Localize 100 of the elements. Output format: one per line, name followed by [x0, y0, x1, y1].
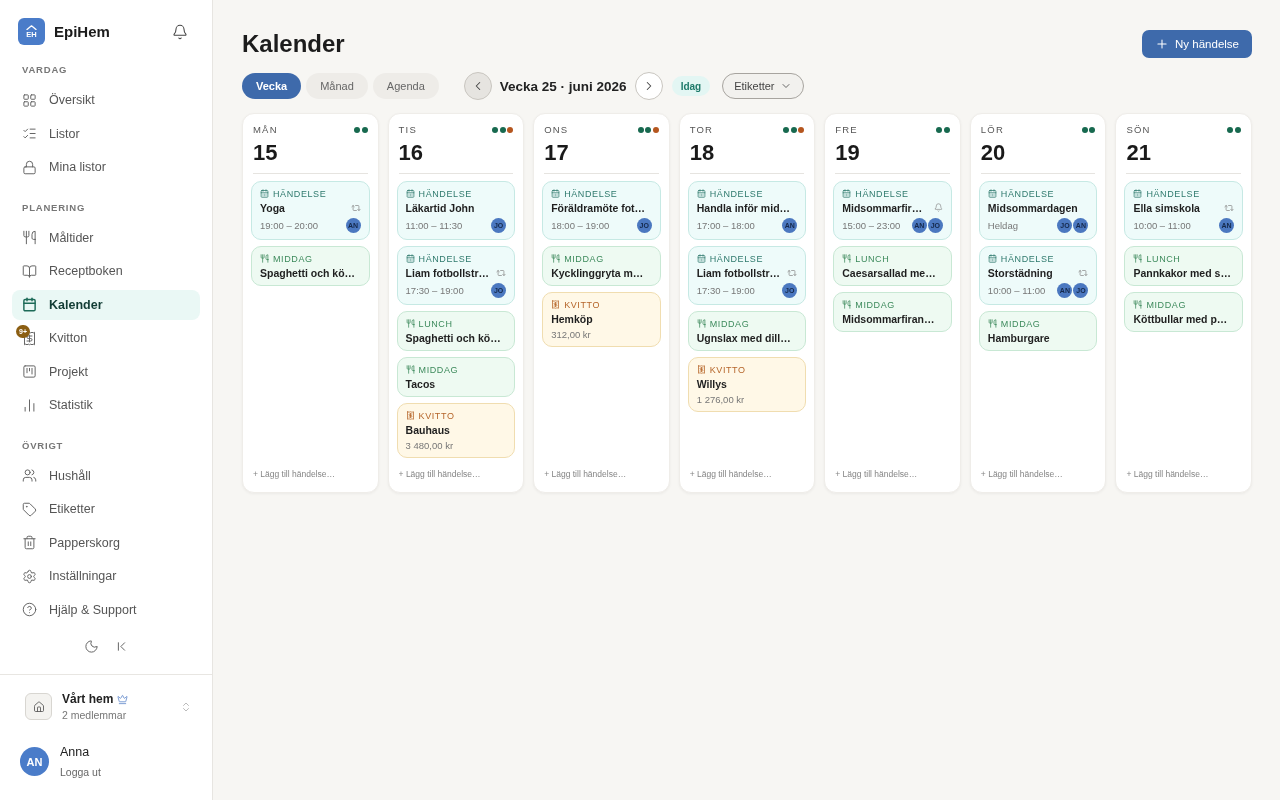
fork-knife-icon [260, 254, 269, 263]
add-event-field[interactable]: + Lägg till händelse… [396, 468, 516, 480]
people-icon [22, 468, 37, 483]
notifications-icon[interactable] [172, 23, 188, 40]
card-title: Bauhaus [405, 423, 450, 436]
chevrons-up-down-icon[interactable] [180, 700, 192, 713]
new-event-button[interactable]: Ny händelse [1142, 30, 1252, 58]
nav-item[interactable]: Kalender [12, 289, 200, 320]
category-label: HÄNDELSE [418, 188, 472, 199]
day-number: 20 [979, 141, 1007, 165]
receipt-card[interactable]: KVITTO Hemköp 312,00 kr [542, 292, 661, 347]
card-title: Kycklinggryta m… [551, 266, 644, 279]
today-button[interactable]: Idag [671, 76, 711, 96]
weekday-label: SÖN [1126, 124, 1151, 136]
fork-knife-icon [551, 254, 561, 263]
day-number: 19 [834, 141, 861, 165]
category-label: LUNCH [1146, 253, 1181, 264]
view-tab[interactable]: Månad [306, 73, 368, 99]
receipt-card[interactable]: KVITTO Willys 1 276,00 kr [687, 357, 807, 412]
next-week-button[interactable] [634, 72, 663, 100]
nav-item[interactable]: Hushåll [12, 460, 200, 491]
settings-icon [22, 568, 37, 584]
add-event-field[interactable]: + Lägg till händelse… [687, 468, 807, 480]
nav-item[interactable]: Receptboken [12, 256, 200, 286]
nav-item[interactable]: Etiketter [12, 494, 200, 524]
weekday-label: MÅN [253, 124, 278, 136]
card-title: Liam fotbollstr… [696, 266, 781, 279]
day-number: 16 [397, 141, 425, 165]
nav-item[interactable]: Mina listor [12, 152, 200, 182]
nav-item[interactable]: Måltider [12, 222, 200, 253]
nav-item[interactable]: Inställningar [12, 561, 200, 591]
meal-card[interactable]: MIDDAG Midsommarfiran… [833, 292, 952, 332]
meal-card[interactable]: LUNCH Pannkakor med s… [1124, 246, 1243, 286]
help-icon [22, 602, 37, 617]
category-label: HÄNDELSE [1000, 253, 1055, 264]
card-title: Föräldramöte fot… [551, 201, 646, 214]
view-tab[interactable]: Vecka [242, 73, 302, 99]
card-title: Hemköp [551, 312, 593, 325]
tags-filter-dropdown[interactable]: Etiketter [722, 73, 804, 99]
time-text: Heldag [987, 220, 1018, 231]
meal-card[interactable]: LUNCH Caesarsallad me… [833, 246, 952, 286]
meal-card[interactable]: MIDDAG Tacos [396, 357, 516, 397]
fork-knife-icon [1133, 300, 1143, 309]
add-event-field[interactable]: + Lägg till händelse… [251, 468, 370, 480]
week-label: Vecka 25 · juni 2026 [499, 78, 627, 94]
card-title: Yoga [260, 201, 285, 214]
day-number: 21 [1125, 141, 1152, 165]
house-icon[interactable] [25, 693, 52, 720]
time-text: 11:00 – 11:30 [405, 220, 463, 231]
meal-card[interactable]: MIDDAG Hamburgare [978, 311, 1098, 351]
fork-knife-icon [1133, 254, 1143, 263]
nav-item[interactable]: Hjälp & Support [12, 594, 200, 625]
view-tab[interactable]: Agenda [372, 73, 439, 99]
calendar-icon [405, 189, 415, 198]
card-title: Liam fotbollstr… [405, 266, 489, 279]
time-text: 17:00 – 18:00 [696, 220, 755, 231]
category-label: MIDDAG [1146, 299, 1187, 310]
category-label: MIDDAG [1000, 318, 1041, 329]
nav-item[interactable]: Papperskorg [12, 527, 200, 558]
time-text: 10:00 – 11:00 [987, 285, 1046, 296]
receipt-icon [551, 300, 561, 309]
book-icon [22, 263, 37, 279]
section-label: PLANERING [21, 201, 87, 214]
time-text: 10:00 – 11:00 [1133, 220, 1191, 231]
category-label: LUNCH [855, 253, 890, 264]
calendar-icon [987, 254, 997, 263]
tag-icon [22, 501, 37, 517]
add-event-field[interactable]: + Lägg till händelse… [833, 468, 952, 480]
weekday-label: LÖR [980, 124, 1004, 136]
card-title: Köttbullar med p… [1133, 312, 1228, 325]
category-label: MIDDAG [855, 299, 895, 310]
meal-card[interactable]: MIDDAG Köttbullar med p… [1124, 292, 1243, 332]
fork-knife-icon [22, 230, 37, 245]
card-title: Handla inför mid… [696, 201, 791, 214]
logout-link[interactable]: Logga ut [60, 766, 101, 778]
time-text: 15:00 – 23:00 [842, 220, 901, 231]
nav-item[interactable]: Listor [12, 118, 200, 149]
add-event-field[interactable]: + Lägg till händelse… [542, 468, 661, 480]
meal-card[interactable]: MIDDAG Kycklinggryta m… [542, 246, 661, 286]
add-event-field[interactable]: + Lägg till händelse… [1124, 468, 1243, 480]
nav-item[interactable]: Projekt [12, 356, 200, 387]
meal-card[interactable]: MIDDAG Ugnslax med dill… [687, 311, 807, 351]
category-label: MIDDAG [418, 364, 459, 375]
card-title: Willys [696, 377, 727, 390]
meal-card[interactable]: LUNCH Spaghetti och kö… [396, 311, 516, 351]
weekday-label: ONS [544, 124, 569, 136]
nav-item[interactable]: Översikt [12, 85, 200, 115]
category-label: KVITTO [418, 410, 455, 421]
fork-knife-icon [405, 319, 415, 328]
meal-card[interactable]: MIDDAG Spaghetti och kö… [251, 246, 370, 286]
moon-icon[interactable] [83, 639, 99, 654]
calendar-icon [551, 189, 561, 198]
amount-text: 1 276,00 kr [696, 394, 746, 405]
card-title: Spaghetti och kö… [405, 331, 501, 344]
receipt-icon [696, 365, 706, 374]
add-event-field[interactable]: + Lägg till händelse… [978, 468, 1098, 480]
receipt-card[interactable]: KVITTO Bauhaus 3 480,00 kr [396, 403, 516, 458]
trash-icon [22, 535, 37, 550]
nav-item[interactable]: Statistik [12, 390, 200, 420]
receipt-icon [405, 411, 415, 420]
